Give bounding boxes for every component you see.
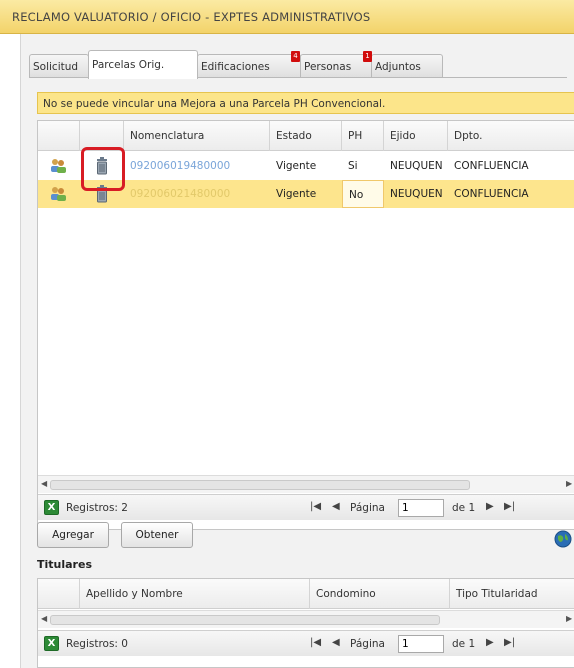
header-dpto[interactable]: Dpto. <box>448 121 574 151</box>
globe-icon[interactable] <box>554 530 572 548</box>
scroll-right-arrow-icon[interactable]: ▶ <box>566 614 572 623</box>
tab-badge-edificaciones: 4 <box>291 51 300 62</box>
record-count: Registros: 2 <box>66 502 128 514</box>
header-condomino[interactable]: Condomino <box>310 579 450 609</box>
cell-ejido: NEUQUEN <box>390 160 443 172</box>
header-icon-col <box>38 579 80 609</box>
cell-dpto: CONFLUENCIA <box>454 188 529 200</box>
scrollbar-thumb[interactable] <box>50 480 470 490</box>
tab-label: Personas <box>304 61 352 73</box>
header-apellido-nombre[interactable]: Apellido y Nombre <box>80 579 310 609</box>
cell-nomenclatura[interactable]: 092006021480000 <box>124 180 270 208</box>
agregar-button[interactable]: Agregar <box>37 522 109 548</box>
users-icon[interactable] <box>48 156 68 176</box>
prev-page-icon[interactable]: ◀ <box>332 501 340 512</box>
page-label: Página <box>350 638 385 650</box>
excel-icon[interactable]: X <box>44 500 59 515</box>
cell-ejido: NEUQUEN <box>390 188 443 200</box>
cell-estado: Vigente <box>276 160 317 172</box>
scroll-left-arrow-icon[interactable]: ◀ <box>41 479 47 488</box>
tab-personas[interactable]: Personas <box>300 54 372 78</box>
header-nomenclatura[interactable]: Nomenclatura <box>124 121 270 151</box>
users-icon[interactable] <box>48 184 68 204</box>
first-page-icon[interactable]: |◀ <box>310 501 321 512</box>
prev-page-icon[interactable]: ◀ <box>332 637 340 648</box>
cell-estado: Vigente <box>276 188 317 200</box>
titulares-grid: Apellido y Nombre Condomino Tipo Titular… <box>37 578 574 668</box>
tab-label: Parcelas Orig. <box>92 59 165 71</box>
tab-label: Adjuntos <box>375 61 421 73</box>
titulares-pager: X Registros: 0 |◀ ◀ Página de 1 ▶ ▶| <box>38 630 574 656</box>
horizontal-scrollbar[interactable]: ◀ ▶ <box>38 610 574 628</box>
page-total: de 1 <box>452 502 476 514</box>
warning-banner: No se puede vincular una Mejora a una Pa… <box>37 92 574 114</box>
cell-dpto: CONFLUENCIA <box>454 160 529 172</box>
window-title: RECLAMO VALUATORIO / OFICIO - EXPTES ADM… <box>0 0 574 34</box>
horizontal-scrollbar[interactable]: ◀ ▶ <box>38 475 574 493</box>
cell-ph-editor[interactable]: No <box>342 180 384 208</box>
cell-ph: Si <box>348 160 358 172</box>
page-total: de 1 <box>452 638 476 650</box>
cell-nomenclatura[interactable]: 092006019480000 <box>124 152 270 180</box>
parcelas-pager: X Registros: 2 |◀ ◀ Página de 1 ▶ ▶| <box>38 494 574 520</box>
tab-label: Solicitud <box>33 61 79 73</box>
header-icon-col <box>38 121 80 151</box>
header-ejido[interactable]: Ejido <box>384 121 448 151</box>
tab-label: Edificaciones <box>201 61 270 73</box>
main-panel: Solicitud Parcelas Orig. Edificaciones 4… <box>20 34 574 668</box>
tab-adjuntos[interactable]: Adjuntos <box>371 54 443 78</box>
tab-edificaciones[interactable]: Edificaciones <box>197 54 301 78</box>
delete-highlight-annotation <box>81 147 125 191</box>
scrollbar-thumb[interactable] <box>50 615 440 625</box>
header-tipo-titularidad[interactable]: Tipo Titularidad <box>450 579 574 609</box>
tab-parcelas-orig[interactable]: Parcelas Orig. <box>88 50 198 79</box>
next-page-icon[interactable]: ▶ <box>486 637 494 648</box>
excel-icon[interactable]: X <box>44 636 59 651</box>
page-label: Página <box>350 502 385 514</box>
record-count: Registros: 0 <box>66 638 128 650</box>
grid-header: Apellido y Nombre Condomino Tipo Titular… <box>38 579 574 609</box>
last-page-icon[interactable]: ▶| <box>504 637 515 648</box>
header-ph[interactable]: PH <box>342 121 384 151</box>
next-page-icon[interactable]: ▶ <box>486 501 494 512</box>
first-page-icon[interactable]: |◀ <box>310 637 321 648</box>
tab-badge-personas: 1 <box>363 51 372 62</box>
page-input[interactable] <box>398 635 444 653</box>
titulares-title: Titulares <box>37 558 92 571</box>
scroll-left-arrow-icon[interactable]: ◀ <box>41 614 47 623</box>
header-estado[interactable]: Estado <box>270 121 342 151</box>
tab-strip: Solicitud Parcelas Orig. Edificaciones 4… <box>29 50 549 79</box>
obtener-button[interactable]: Obtener <box>121 522 193 548</box>
page-input[interactable] <box>398 499 444 517</box>
last-page-icon[interactable]: ▶| <box>504 501 515 512</box>
tab-solicitud[interactable]: Solicitud <box>29 54 89 78</box>
scroll-right-arrow-icon[interactable]: ▶ <box>566 479 572 488</box>
